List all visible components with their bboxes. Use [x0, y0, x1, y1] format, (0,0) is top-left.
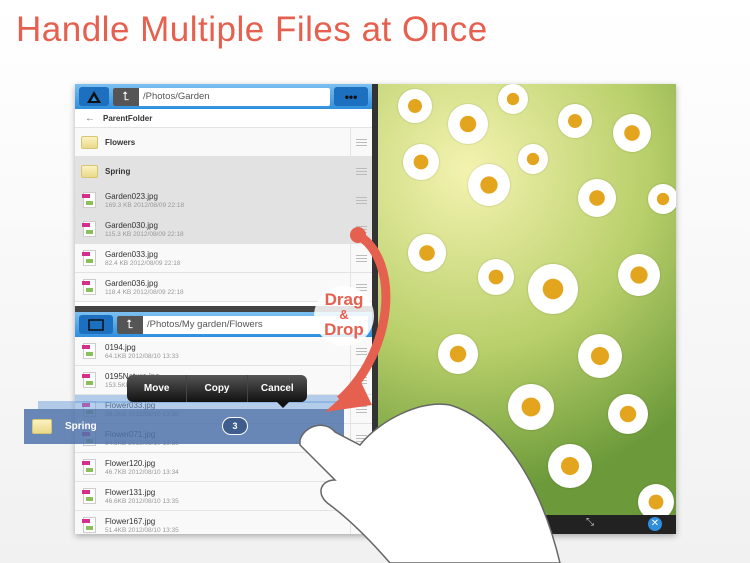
callout-drop: Drop	[324, 320, 364, 339]
hand-illustration	[299, 403, 561, 563]
drag-drop-callout: Drag & Drop	[314, 286, 374, 346]
drag-arrow	[299, 227, 561, 563]
